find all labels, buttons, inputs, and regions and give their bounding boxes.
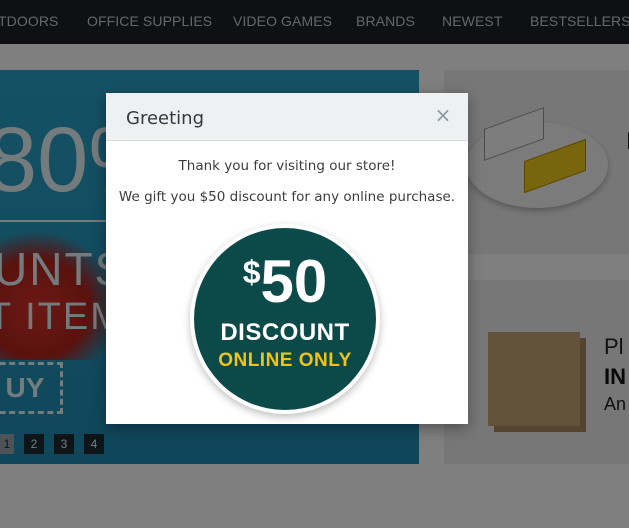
modal-message-thanks: Thank you for visiting our store! — [178, 158, 396, 174]
close-icon[interactable]: × — [433, 105, 453, 125]
discount-badge-circle: $50 DISCOUNT ONLINE ONLY — [194, 228, 376, 410]
discount-badge: $50 DISCOUNT ONLINE ONLY — [190, 224, 380, 414]
discount-amount: $50 — [194, 252, 376, 312]
modal-title: Greeting — [126, 108, 204, 129]
greeting-modal: Greeting × Thank you for visiting our st… — [106, 93, 468, 424]
currency-symbol: $ — [242, 254, 261, 290]
modal-header: Greeting × — [106, 93, 468, 141]
discount-label: DISCOUNT — [220, 319, 350, 346]
discount-amount-value: 50 — [260, 248, 328, 315]
modal-message-gift: We gift you $50 discount for any online … — [118, 189, 456, 205]
online-only-label: ONLINE ONLY — [218, 350, 352, 371]
